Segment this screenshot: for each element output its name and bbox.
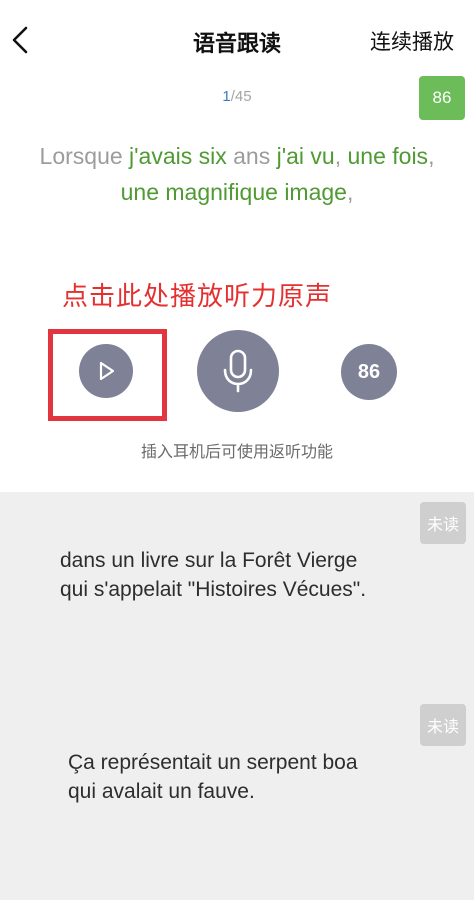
play-original-button[interactable] (79, 344, 133, 398)
earphone-note: 插入耳机后可使用返听功能 (140, 444, 333, 461)
sentence-word: six (198, 143, 234, 169)
sentence-list[interactable]: 未读 dans un livre sur la Forêt Vierge qui… (0, 492, 474, 900)
sentence-word: , (334, 143, 348, 169)
current-sentence-text: Lorsque j'avais six ans j'ai vu, une foi… (30, 138, 444, 210)
list-item[interactable]: 未读 dans un livre sur la Forêt Vierge qui… (0, 492, 474, 702)
sentence-line: qui s'appelait "Histoires Vécues". (60, 578, 367, 601)
sentence-word: , (428, 143, 435, 169)
sentence-word: j'ai (276, 143, 311, 169)
sentence-line: dans un livre sur la Forêt Vierge (60, 549, 358, 572)
score-playback-button[interactable]: 86 (341, 344, 397, 400)
sentence-word: fois (392, 143, 429, 169)
list-item[interactable]: 未读 Ça représentait un serpent boa qui av… (0, 702, 474, 900)
sentence-word: image (284, 179, 347, 205)
sentence-text: Ça représentait un serpent boa qui avala… (68, 748, 434, 806)
pager-total: 45 (234, 88, 252, 105)
sentence-word: vu (310, 143, 335, 169)
unread-badge: 未读 (420, 502, 466, 544)
sentence-word: j'avais (129, 143, 199, 169)
sentence-line: qui avalait un fauve. (68, 780, 255, 803)
sentence-word: une (347, 143, 393, 169)
sentence-word: ans (233, 143, 277, 169)
play-icon (99, 361, 115, 381)
pager-current: 1 (222, 88, 231, 105)
sentence-word: magnifique (165, 179, 285, 205)
unread-badge: 未读 (420, 704, 466, 746)
top-bar: 语音跟读 连续播放 (0, 0, 474, 72)
sentence-line: Ça représentait un serpent boa (68, 751, 358, 774)
score-badge: 86 (419, 76, 465, 120)
sentence-pager: 1/45 (222, 88, 252, 105)
record-button[interactable] (197, 330, 279, 412)
sentence-text: dans un livre sur la Forêt Vierge qui s'… (60, 546, 434, 604)
sentence-word: , (346, 179, 354, 205)
continuous-play-button[interactable]: 连续播放 (370, 26, 454, 56)
sentence-word: une (120, 179, 166, 205)
sentence-word: Lorsque (39, 143, 130, 169)
current-sentence-panel: 1/45 86 Lorsque j'avais six ans j'ai vu,… (0, 72, 474, 492)
play-original-hint: 点击此处播放听力原声 (62, 281, 333, 311)
microphone-icon (223, 349, 253, 393)
